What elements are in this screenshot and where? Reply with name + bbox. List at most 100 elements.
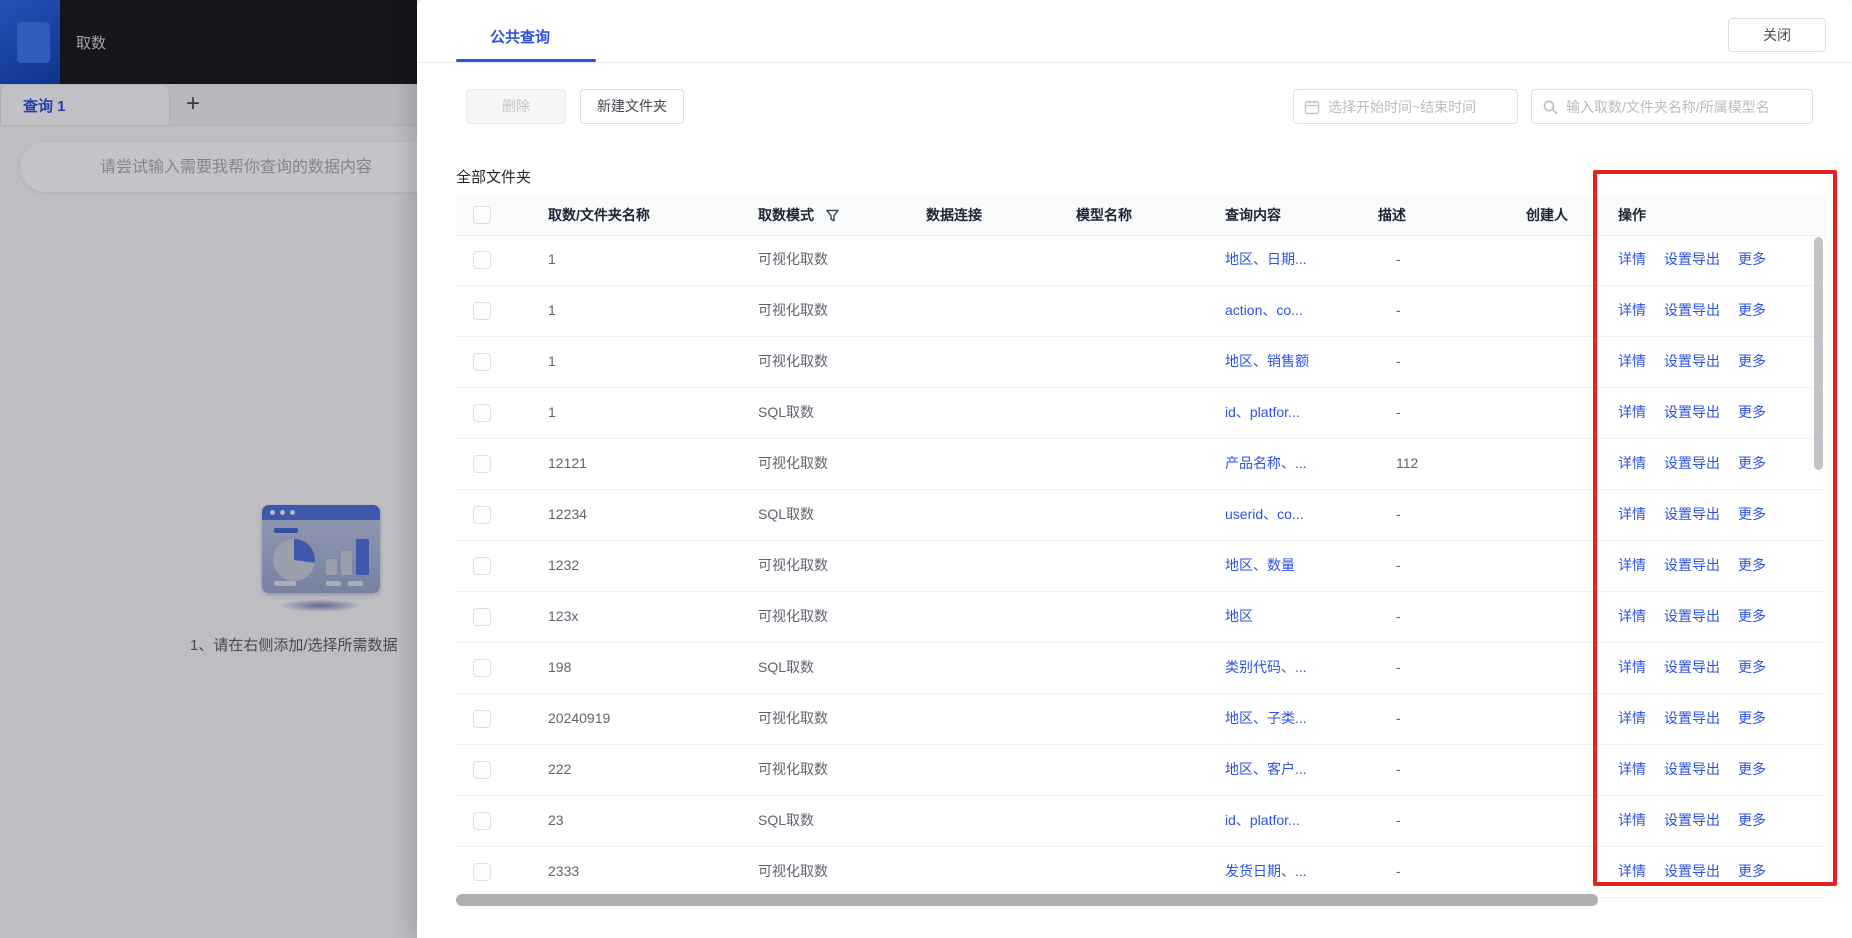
row-action-more[interactable]: 更多 <box>1738 235 1766 284</box>
horizontal-scrollbar-thumb[interactable] <box>456 894 1598 906</box>
row-checkbox[interactable] <box>473 863 491 881</box>
row-description: - <box>1396 761 1401 777</box>
row-action-detail[interactable]: 详情 <box>1618 490 1646 539</box>
row-action-export-settings[interactable]: 设置导出 <box>1664 439 1720 488</box>
row-query-content-link[interactable]: action、co... <box>1225 286 1303 335</box>
row-checkbox[interactable] <box>473 506 491 524</box>
row-action-detail[interactable]: 详情 <box>1618 235 1646 284</box>
row-action-export-settings[interactable]: 设置导出 <box>1664 796 1720 845</box>
row-action-detail[interactable]: 详情 <box>1618 388 1646 437</box>
column-query-content: 查询内容 <box>1225 207 1281 223</box>
row-query-content-link[interactable]: userid、co... <box>1225 490 1304 539</box>
row-action-more[interactable]: 更多 <box>1738 490 1766 539</box>
row-checkbox[interactable] <box>473 302 491 320</box>
row-action-more[interactable]: 更多 <box>1738 439 1766 488</box>
row-mode: 可视化取数 <box>758 608 828 624</box>
column-mode[interactable]: 取数模式 <box>758 195 839 235</box>
table-row: 222 可视化取数 地区、客户... - 详情 设置导出 更多 <box>456 745 1826 796</box>
row-action-export-settings[interactable]: 设置导出 <box>1664 541 1720 590</box>
row-action-more[interactable]: 更多 <box>1738 745 1766 794</box>
table-search-input[interactable] <box>1566 90 1806 123</box>
row-description: - <box>1396 404 1401 420</box>
row-checkbox[interactable] <box>473 812 491 830</box>
date-range-input[interactable] <box>1328 90 1512 123</box>
row-checkbox[interactable] <box>473 251 491 269</box>
row-action-export-settings[interactable]: 设置导出 <box>1664 694 1720 743</box>
row-action-detail[interactable]: 详情 <box>1618 439 1646 488</box>
row-query-content-link[interactable]: 地区、数量 <box>1225 541 1295 590</box>
row-description: - <box>1396 863 1401 879</box>
section-label-all-folders: 全部文件夹 <box>456 169 532 186</box>
row-mode: 可视化取数 <box>758 302 828 318</box>
row-action-detail[interactable]: 详情 <box>1618 847 1646 896</box>
row-action-export-settings[interactable]: 设置导出 <box>1664 235 1720 284</box>
row-name: 1 <box>548 302 556 318</box>
row-action-detail[interactable]: 详情 <box>1618 541 1646 590</box>
row-action-export-settings[interactable]: 设置导出 <box>1664 286 1720 335</box>
row-query-content-link[interactable]: 地区、客户... <box>1225 745 1307 794</box>
row-action-more[interactable]: 更多 <box>1738 388 1766 437</box>
table-row: 23 SQL取数 id、platfor... - 详情 设置导出 更多 <box>456 796 1826 847</box>
row-checkbox[interactable] <box>473 404 491 422</box>
vertical-scrollbar-thumb[interactable] <box>1814 237 1823 470</box>
row-description: - <box>1396 710 1401 726</box>
row-query-content-link[interactable]: 类别代码、... <box>1225 643 1307 692</box>
row-checkbox[interactable] <box>473 710 491 728</box>
row-mode: SQL取数 <box>758 404 815 420</box>
row-action-more[interactable]: 更多 <box>1738 337 1766 386</box>
row-action-export-settings[interactable]: 设置导出 <box>1664 643 1720 692</box>
row-query-content-link[interactable]: 地区、销售额 <box>1225 337 1309 386</box>
close-button[interactable]: 关闭 <box>1728 18 1826 52</box>
row-name: 198 <box>548 659 572 675</box>
row-checkbox[interactable] <box>473 455 491 473</box>
row-action-export-settings[interactable]: 设置导出 <box>1664 745 1720 794</box>
row-mode: 可视化取数 <box>758 353 828 369</box>
select-all-checkbox[interactable] <box>473 206 491 224</box>
row-action-export-settings[interactable]: 设置导出 <box>1664 847 1720 896</box>
row-checkbox[interactable] <box>473 557 491 575</box>
row-action-more[interactable]: 更多 <box>1738 592 1766 641</box>
row-action-export-settings[interactable]: 设置导出 <box>1664 388 1720 437</box>
table-row: 1 可视化取数 action、co... - 详情 设置导出 更多 <box>456 286 1826 337</box>
row-query-content-link[interactable]: 发货日期、... <box>1225 847 1307 896</box>
delete-button[interactable]: 删除 <box>466 89 566 124</box>
row-action-more[interactable]: 更多 <box>1738 796 1766 845</box>
row-query-content-link[interactable]: id、platfor... <box>1225 796 1300 845</box>
row-action-detail[interactable]: 详情 <box>1618 745 1646 794</box>
row-action-detail[interactable]: 详情 <box>1618 286 1646 335</box>
row-action-export-settings[interactable]: 设置导出 <box>1664 490 1720 539</box>
row-mode: 可视化取数 <box>758 761 828 777</box>
row-action-detail[interactable]: 详情 <box>1618 643 1646 692</box>
row-action-export-settings[interactable]: 设置导出 <box>1664 592 1720 641</box>
date-range-picker[interactable] <box>1293 89 1518 124</box>
row-action-export-settings[interactable]: 设置导出 <box>1664 337 1720 386</box>
row-query-content-link[interactable]: 地区 <box>1225 592 1253 641</box>
row-action-more[interactable]: 更多 <box>1738 286 1766 335</box>
new-folder-button[interactable]: 新建文件夹 <box>580 89 684 124</box>
row-checkbox[interactable] <box>473 761 491 779</box>
row-checkbox[interactable] <box>473 353 491 371</box>
row-checkbox[interactable] <box>473 608 491 626</box>
column-operations: 操作 <box>1618 207 1646 223</box>
row-action-detail[interactable]: 详情 <box>1618 337 1646 386</box>
row-action-detail[interactable]: 详情 <box>1618 796 1646 845</box>
filter-icon[interactable] <box>826 209 839 222</box>
row-name: 12121 <box>548 455 587 471</box>
row-action-more[interactable]: 更多 <box>1738 541 1766 590</box>
row-action-more[interactable]: 更多 <box>1738 847 1766 896</box>
column-mode-label: 取数模式 <box>758 207 814 223</box>
row-name: 2333 <box>548 863 580 879</box>
header-divider <box>417 62 1852 63</box>
row-action-detail[interactable]: 详情 <box>1618 592 1646 641</box>
search-icon <box>1543 100 1557 114</box>
row-query-content-link[interactable]: 地区、子类... <box>1225 694 1307 743</box>
row-query-content-link[interactable]: 产品名称、... <box>1225 439 1307 488</box>
tab-public-query[interactable]: 公共查询 <box>490 26 550 47</box>
row-action-more[interactable]: 更多 <box>1738 694 1766 743</box>
row-query-content-link[interactable]: id、platfor... <box>1225 388 1300 437</box>
table-search[interactable] <box>1531 89 1813 124</box>
row-query-content-link[interactable]: 地区、日期... <box>1225 235 1307 284</box>
row-checkbox[interactable] <box>473 659 491 677</box>
row-action-more[interactable]: 更多 <box>1738 643 1766 692</box>
row-action-detail[interactable]: 详情 <box>1618 694 1646 743</box>
